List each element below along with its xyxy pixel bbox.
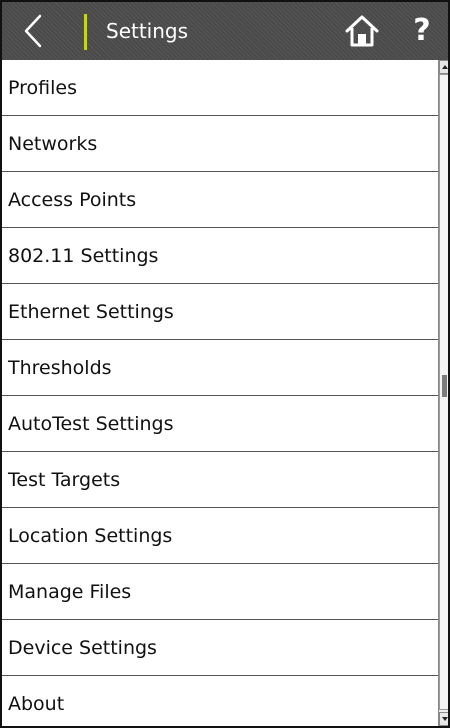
settings-screen: Settings ? Profiles Networks Access Poin… <box>0 0 450 728</box>
list-item-networks[interactable]: Networks <box>2 116 438 172</box>
list-item-label: About <box>8 692 65 715</box>
list-item-label: Test Targets <box>8 468 121 491</box>
back-button[interactable] <box>16 12 52 50</box>
help-button[interactable]: ? <box>406 11 438 51</box>
list-item-thresholds[interactable]: Thresholds <box>2 340 438 396</box>
list-item-test-targets[interactable]: Test Targets <box>2 452 438 508</box>
grip-icon <box>442 375 447 397</box>
list-item-80211-settings[interactable]: 802.11 Settings <box>2 228 438 284</box>
list-item-label: Manage Files <box>8 580 132 603</box>
list-item-manage-files[interactable]: Manage Files <box>2 564 438 620</box>
list-item-device-settings[interactable]: Device Settings <box>2 620 438 676</box>
list-item-label: Ethernet Settings <box>8 300 174 323</box>
settings-list: Profiles Networks Access Points 802.11 S… <box>2 60 438 726</box>
list-item-label: Thresholds <box>8 356 112 379</box>
scroll-up-button[interactable] <box>439 60 448 74</box>
list-item-label: Profiles <box>8 76 77 99</box>
list-item-about[interactable]: About <box>2 676 438 726</box>
list-item-access-points[interactable]: Access Points <box>2 172 438 228</box>
list-item-label: Device Settings <box>8 636 157 659</box>
list-item-label: AutoTest Settings <box>8 412 174 435</box>
header-bar: Settings ? <box>2 2 448 60</box>
list-item-profiles[interactable]: Profiles <box>2 60 438 116</box>
list-item-autotest-settings[interactable]: AutoTest Settings <box>2 396 438 452</box>
home-button[interactable] <box>342 12 382 50</box>
scroll-thumb[interactable] <box>439 74 448 710</box>
home-icon <box>345 15 379 47</box>
scroll-down-button[interactable] <box>439 712 448 726</box>
list-item-label: Location Settings <box>8 524 173 547</box>
list-item-label: 802.11 Settings <box>8 244 159 267</box>
list-item-ethernet-settings[interactable]: Ethernet Settings <box>2 284 438 340</box>
scrollbar[interactable] <box>438 60 448 726</box>
chevron-left-icon <box>24 14 42 48</box>
list-item-label: Access Points <box>8 188 137 211</box>
accent-divider <box>84 14 87 50</box>
page-title: Settings <box>106 19 189 43</box>
list-item-location-settings[interactable]: Location Settings <box>2 508 438 564</box>
list-item-label: Networks <box>8 132 98 155</box>
